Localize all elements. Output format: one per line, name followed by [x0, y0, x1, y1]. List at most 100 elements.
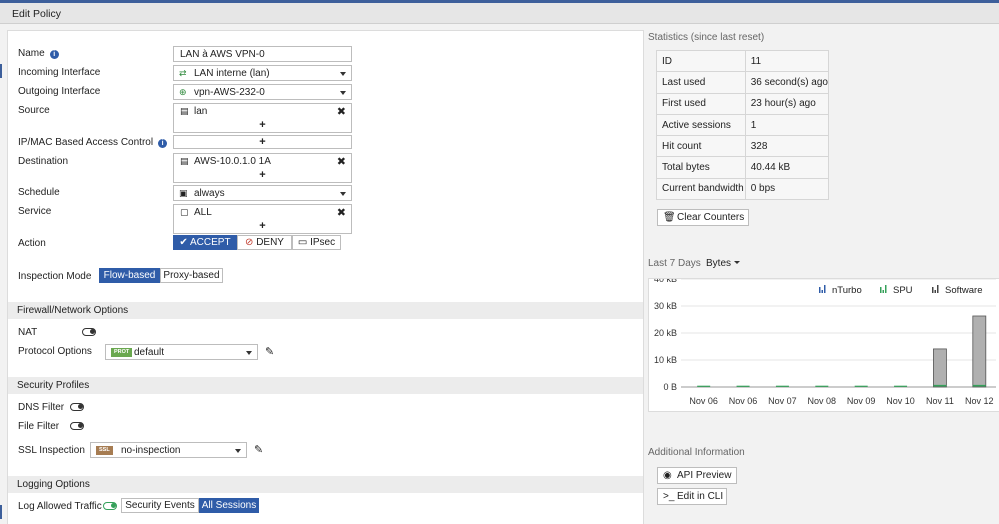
remove-icon[interactable]: ✖	[337, 105, 346, 118]
x-tick-label: Nov 09	[847, 396, 876, 406]
api-preview-button[interactable]: ◉ API Preview	[657, 467, 737, 484]
stat-label: Current bandwidth	[656, 177, 746, 201]
x-tick-label: Nov 07	[768, 396, 797, 406]
info-icon[interactable]: i	[49, 50, 59, 59]
x-tick-label: Nov 10	[886, 396, 915, 406]
name-label: Name i	[18, 48, 59, 59]
add-source-icon[interactable]: +	[174, 119, 351, 131]
ssl-badge: SSL	[96, 446, 113, 455]
all-sessions-button[interactable]: All Sessions	[199, 498, 259, 513]
software-bar	[972, 315, 987, 388]
schedule-select[interactable]: ▣ always	[173, 185, 352, 201]
address-icon: ▤	[180, 156, 189, 166]
stat-value: 23 hour(s) ago	[744, 92, 830, 115]
nat-label: NAT	[18, 327, 38, 338]
chevron-down-icon	[734, 261, 741, 264]
statistics-table: ID 11 Last used 36 second(s) ago First used 2…	[656, 49, 830, 201]
x-tick-label: Nov 06	[729, 396, 758, 406]
add-destination-icon[interactable]: +	[174, 169, 351, 181]
sidebar-edge-indicator	[0, 64, 2, 78]
incoming-interface-select[interactable]: ⇄ LAN interne (lan)	[173, 65, 352, 81]
source-label: Source	[18, 105, 50, 116]
file-filter-label: File Filter	[18, 421, 60, 432]
chevron-down-icon	[246, 351, 252, 355]
name-input[interactable]: LAN à AWS VPN-0	[173, 46, 352, 62]
traffic-chart-area: 0 B 10 kB 20 kB 30 kB 40 kB Nov 06 Nov 06 Nov 0…	[648, 274, 999, 412]
chart-metric-dropdown[interactable]: Bytes	[706, 258, 741, 269]
software-bar	[933, 348, 947, 388]
y-tick-label: 0 B	[663, 382, 677, 392]
x-tick-label: Nov 08	[808, 396, 837, 406]
action-ipsec-button[interactable]: ▭ IPsec	[292, 235, 341, 250]
source-field[interactable]: ▤ lan ✖ +	[173, 103, 352, 133]
action-accept-button[interactable]: ✔ ACCEPT	[173, 235, 237, 250]
check-icon: ✔	[179, 237, 191, 248]
spu-bar	[894, 385, 908, 387]
remove-icon[interactable]: ✖	[337, 206, 346, 219]
y-tick-label: 40 kB	[654, 279, 677, 284]
ssl-inspection-select[interactable]: SSL no-inspection	[90, 442, 247, 458]
incoming-interface-label: Incoming Interface	[18, 67, 101, 78]
spu-bar	[775, 385, 789, 387]
y-tick-label: 30 kB	[654, 301, 677, 311]
chevron-down-icon	[235, 449, 241, 453]
sidebar-edge-indicator	[0, 505, 2, 519]
protocol-options-select[interactable]: PROT default	[105, 344, 258, 360]
y-tick-label: 10 kB	[654, 355, 677, 365]
spu-bar	[697, 385, 711, 387]
stat-row: Hit count 328	[656, 135, 830, 158]
address-icon: ▤	[180, 106, 189, 116]
logging-section-header: Logging Options	[8, 476, 643, 493]
stat-value: 1	[744, 113, 830, 137]
inspection-flow-button[interactable]: Flow-based	[99, 268, 160, 283]
edit-pencil-icon[interactable]: ✎	[254, 443, 263, 456]
stat-row: Total bytes 40.44 kB	[656, 156, 830, 179]
legend-bars-icon	[821, 290, 823, 293]
stat-value: 36 second(s) ago	[744, 71, 830, 94]
security-events-button[interactable]: Security Events	[121, 498, 199, 513]
spu-bar	[736, 385, 750, 387]
chevron-down-icon	[340, 91, 346, 95]
log-allowed-toggle[interactable]	[103, 502, 117, 510]
tunnel-icon: ⊕	[179, 87, 187, 97]
spu-bar	[815, 385, 829, 387]
service-field[interactable]: ▢ ALL ✖ +	[173, 204, 352, 234]
shuffle-icon: ⇄	[179, 68, 187, 78]
firewall-section-header: Firewall/Network Options	[8, 302, 643, 319]
ipmac-add-field[interactable]: +	[173, 135, 352, 149]
file-filter-toggle[interactable]	[70, 422, 84, 430]
legend-bars-icon	[937, 285, 939, 293]
add-service-icon[interactable]: +	[174, 220, 351, 232]
service-label: Service	[18, 206, 52, 217]
x-tick-label: Nov 12	[965, 396, 994, 406]
spu-bar	[854, 385, 868, 387]
stat-row: Active sessions 1	[656, 113, 830, 137]
dns-filter-toggle[interactable]	[70, 403, 84, 411]
edit-in-cli-button[interactable]: >_ Edit in CLI	[657, 488, 727, 505]
legend-label: Software	[945, 285, 983, 296]
statistics-title: Statistics (since last reset)	[648, 32, 765, 43]
destination-field[interactable]: ▤ AWS-10.0.1.0 1A ✖ +	[173, 153, 352, 183]
remove-icon[interactable]: ✖	[337, 155, 346, 168]
inspection-proxy-button[interactable]: Proxy-based	[160, 268, 223, 283]
legend-label: nTurbo	[832, 285, 862, 296]
trash-icon: 🗑	[663, 212, 676, 223]
stat-label: Hit count	[656, 135, 746, 158]
outgoing-interface-select[interactable]: ⊕ vpn-AWS-232-0	[173, 84, 352, 100]
nat-toggle[interactable]	[82, 328, 96, 336]
policy-form-panel: Name i LAN à AWS VPN-0 Incoming Interface…	[7, 30, 644, 524]
stat-value: 0 bps	[744, 177, 830, 201]
calendar-icon: ▣	[179, 188, 188, 198]
clear-counters-button[interactable]: 🗑Clear Counters	[657, 209, 749, 226]
inspection-mode-label: Inspection Mode	[18, 271, 92, 282]
deny-icon: ⊘	[245, 237, 257, 248]
dialog-title-bar: Edit Policy	[0, 3, 999, 24]
legend-bars-icon	[824, 285, 826, 293]
traffic-chart: 0 B 10 kB 20 kB 30 kB 40 kB Nov 06 Nov 06 Nov 0…	[654, 274, 996, 406]
service-icon: ▢	[180, 207, 189, 217]
chart-period-label: Last 7 Days	[648, 258, 701, 269]
ipmac-access-label: IP/MAC Based Access Control i	[18, 137, 168, 148]
action-deny-button[interactable]: ⊘ DENY	[237, 235, 292, 250]
info-icon[interactable]: i	[158, 139, 168, 148]
edit-pencil-icon[interactable]: ✎	[265, 345, 274, 358]
